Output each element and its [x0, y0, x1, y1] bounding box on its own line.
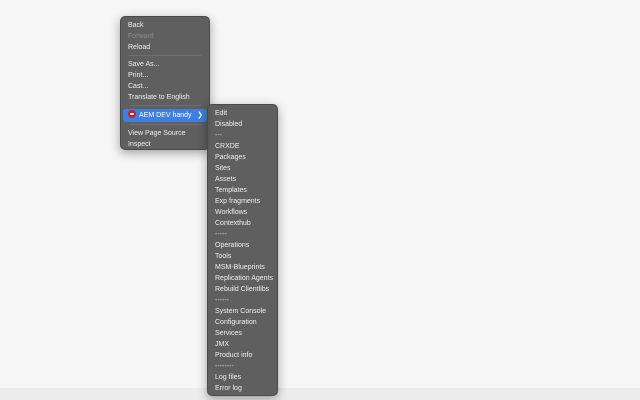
page-background	[0, 0, 640, 400]
menu-item-cast[interactable]: Cast...	[121, 81, 209, 92]
menu-item-aem-dev-handy[interactable]: AEM DEV handy ❯	[123, 109, 207, 122]
submenu-item-exp-fragments[interactable]: Exp fragments	[208, 196, 277, 207]
menu-item-back[interactable]: Back	[121, 20, 209, 31]
menu-item-aem-dev-handy-label: AEM DEV handy	[139, 112, 192, 119]
chevron-right-icon: ❯	[197, 112, 203, 119]
submenu-item-jmx[interactable]: JMX	[208, 339, 277, 350]
submenu-divider-text: ------	[215, 297, 229, 304]
menu-item-view-page-source[interactable]: View Page Source	[121, 128, 209, 139]
submenu-item-tools[interactable]: Tools	[208, 251, 277, 262]
menu-item-save-as[interactable]: Save As...	[121, 59, 209, 70]
submenu-item-disabled[interactable]: Disabled	[208, 119, 277, 130]
submenu-item-packages[interactable]: Packages	[208, 152, 277, 163]
menu-item-reload[interactable]: Reload	[121, 42, 209, 53]
submenu-item-rebuild-clientlibs[interactable]: Rebuild Clientlibs	[208, 284, 277, 295]
submenu-item-error-log[interactable]: Error log	[208, 383, 277, 394]
submenu-divider-text: ---	[215, 132, 222, 139]
submenu-divider-text: --------	[215, 363, 234, 370]
menu-item-forward: Forward	[128, 33, 154, 40]
submenu-item-system-console[interactable]: System Console	[208, 306, 277, 317]
submenu-item-crxde[interactable]: CRXDE	[208, 141, 277, 152]
menu-item-inspect[interactable]: Inspect	[121, 139, 209, 150]
page-bottom-strip	[0, 388, 640, 400]
aem-extension-icon	[128, 110, 136, 119]
submenu-item-msm-blueprints[interactable]: MSM-Blueprints	[208, 262, 277, 273]
submenu-item-workflows[interactable]: Workflows	[208, 207, 277, 218]
submenu-item-operations[interactable]: Operations	[208, 240, 277, 251]
submenu-item-product-info[interactable]: Product info	[208, 350, 277, 361]
submenu-item-assets[interactable]: Assets	[208, 174, 277, 185]
submenu-item-services[interactable]: Services	[208, 328, 277, 339]
submenu-item-edit[interactable]: Edit	[208, 108, 277, 119]
menu-separator	[129, 124, 201, 125]
aem-submenu: Edit Disabled --- CRXDE Packages Sites A…	[207, 104, 278, 396]
submenu-item-replication-agents[interactable]: Replication Agents	[208, 273, 277, 284]
context-menu: Back Forward Reload Save As... Print... …	[120, 16, 210, 150]
submenu-item-sites[interactable]: Sites	[208, 163, 277, 174]
submenu-divider-text: -----	[215, 231, 227, 238]
submenu-item-log-files[interactable]: Log files	[208, 372, 277, 383]
menu-separator	[129, 55, 201, 56]
menu-item-translate[interactable]: Translate to English	[121, 92, 209, 103]
menu-separator	[129, 105, 201, 106]
submenu-item-contexthub[interactable]: Contexthub	[208, 218, 277, 229]
menu-item-print[interactable]: Print...	[121, 70, 209, 81]
submenu-item-templates[interactable]: Templates	[208, 185, 277, 196]
submenu-item-configuration[interactable]: Configuration	[208, 317, 277, 328]
